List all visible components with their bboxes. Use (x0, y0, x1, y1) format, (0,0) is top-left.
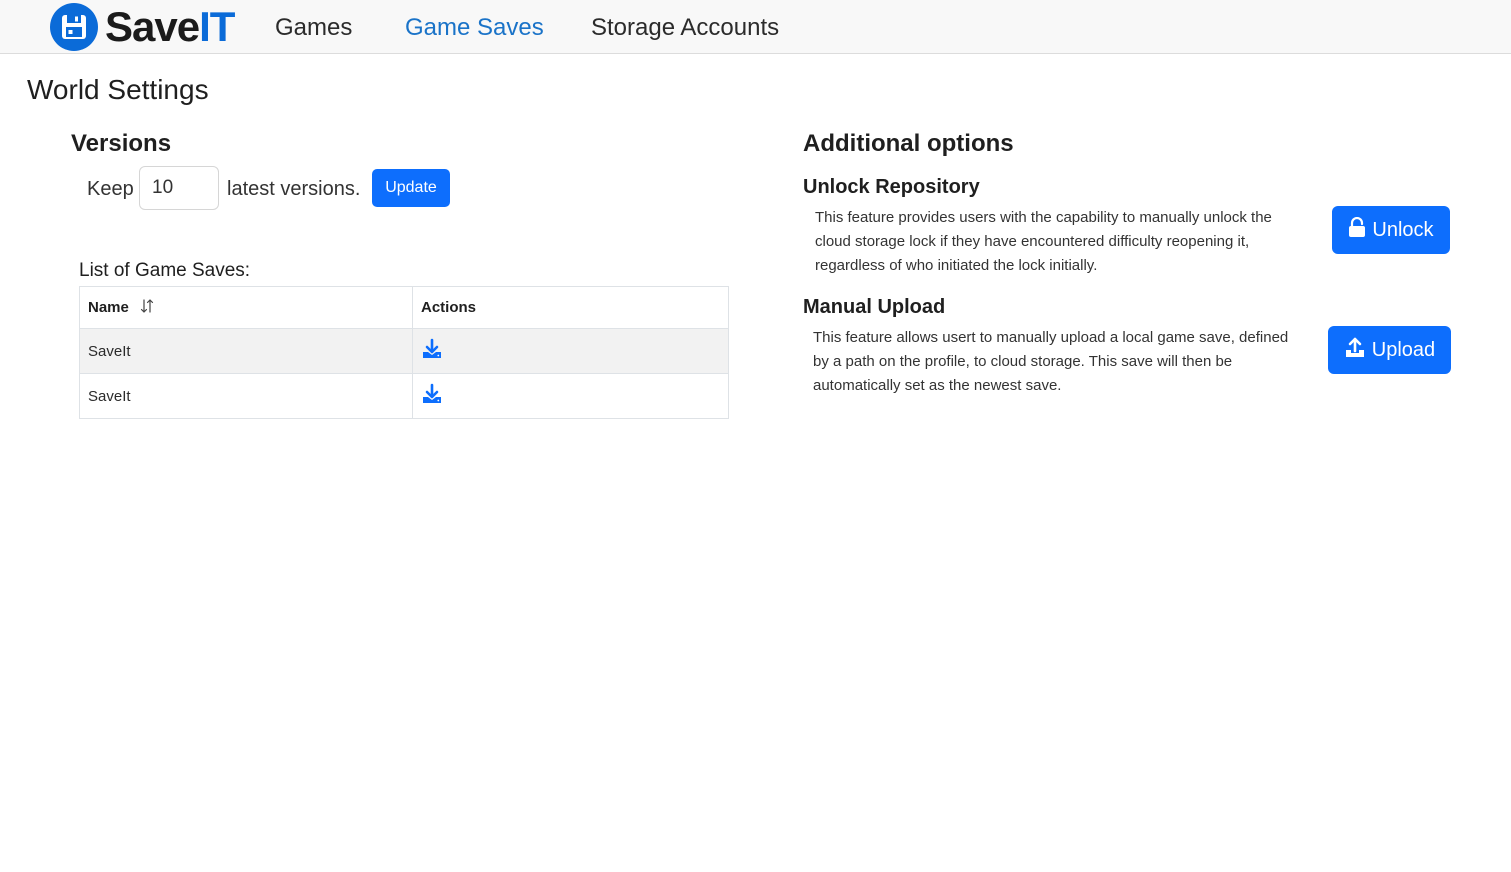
versions-heading: Versions (71, 130, 172, 157)
page-title: World Settings (27, 74, 209, 105)
name-column-label: Name (88, 298, 129, 316)
upload-button-label: Upload (1371, 338, 1436, 361)
actions-column-header: Actions (412, 286, 729, 329)
download-icon[interactable] (421, 338, 443, 364)
upload-description: This feature allows usert to manually up… (813, 329, 1289, 394)
nav-games[interactable]: Games (275, 13, 352, 43)
upload-icon (1344, 336, 1366, 364)
table-row: SaveIt (79, 373, 729, 419)
actions-cell (412, 328, 729, 374)
additional-options-heading: Additional options (803, 130, 1014, 157)
nav-storage-accounts[interactable]: Storage Accounts (591, 13, 779, 43)
unlock-icon (1348, 216, 1366, 243)
keep-label: Keep (87, 178, 134, 200)
game-saves-list-title: List of Game Saves: (79, 260, 251, 281)
update-button[interactable]: Update (372, 169, 450, 207)
save-name-cell: SaveIt (79, 328, 413, 374)
unlock-button[interactable]: Unlock (1332, 206, 1450, 254)
nav-game-saves[interactable]: Game Saves (405, 13, 544, 43)
upload-button[interactable]: Upload (1328, 326, 1451, 374)
floppy-disk-icon (50, 3, 98, 51)
brand-name: SaveIT (105, 3, 235, 50)
navbar: SaveIT Games Game Saves Storage Accounts (0, 0, 1511, 54)
manual-upload-heading: Manual Upload (803, 296, 946, 318)
brand-logo-link[interactable]: SaveIT (50, 2, 235, 52)
unlock-button-label: Unlock (1372, 218, 1434, 241)
game-saves-table: Name Actions SaveIt SaveIt (79, 286, 729, 419)
unlock-description: This feature provides users with the cap… (815, 209, 1272, 274)
versions-count-input[interactable] (139, 166, 219, 210)
name-column-header[interactable]: Name (79, 286, 413, 329)
sort-arrows-icon[interactable] (139, 298, 155, 318)
download-icon[interactable] (421, 383, 443, 409)
actions-cell (412, 373, 729, 419)
save-name-cell: SaveIt (79, 373, 413, 419)
unlock-repository-heading: Unlock Repository (803, 176, 980, 198)
table-row: SaveIt (79, 328, 729, 374)
latest-versions-label: latest versions. (227, 178, 361, 200)
